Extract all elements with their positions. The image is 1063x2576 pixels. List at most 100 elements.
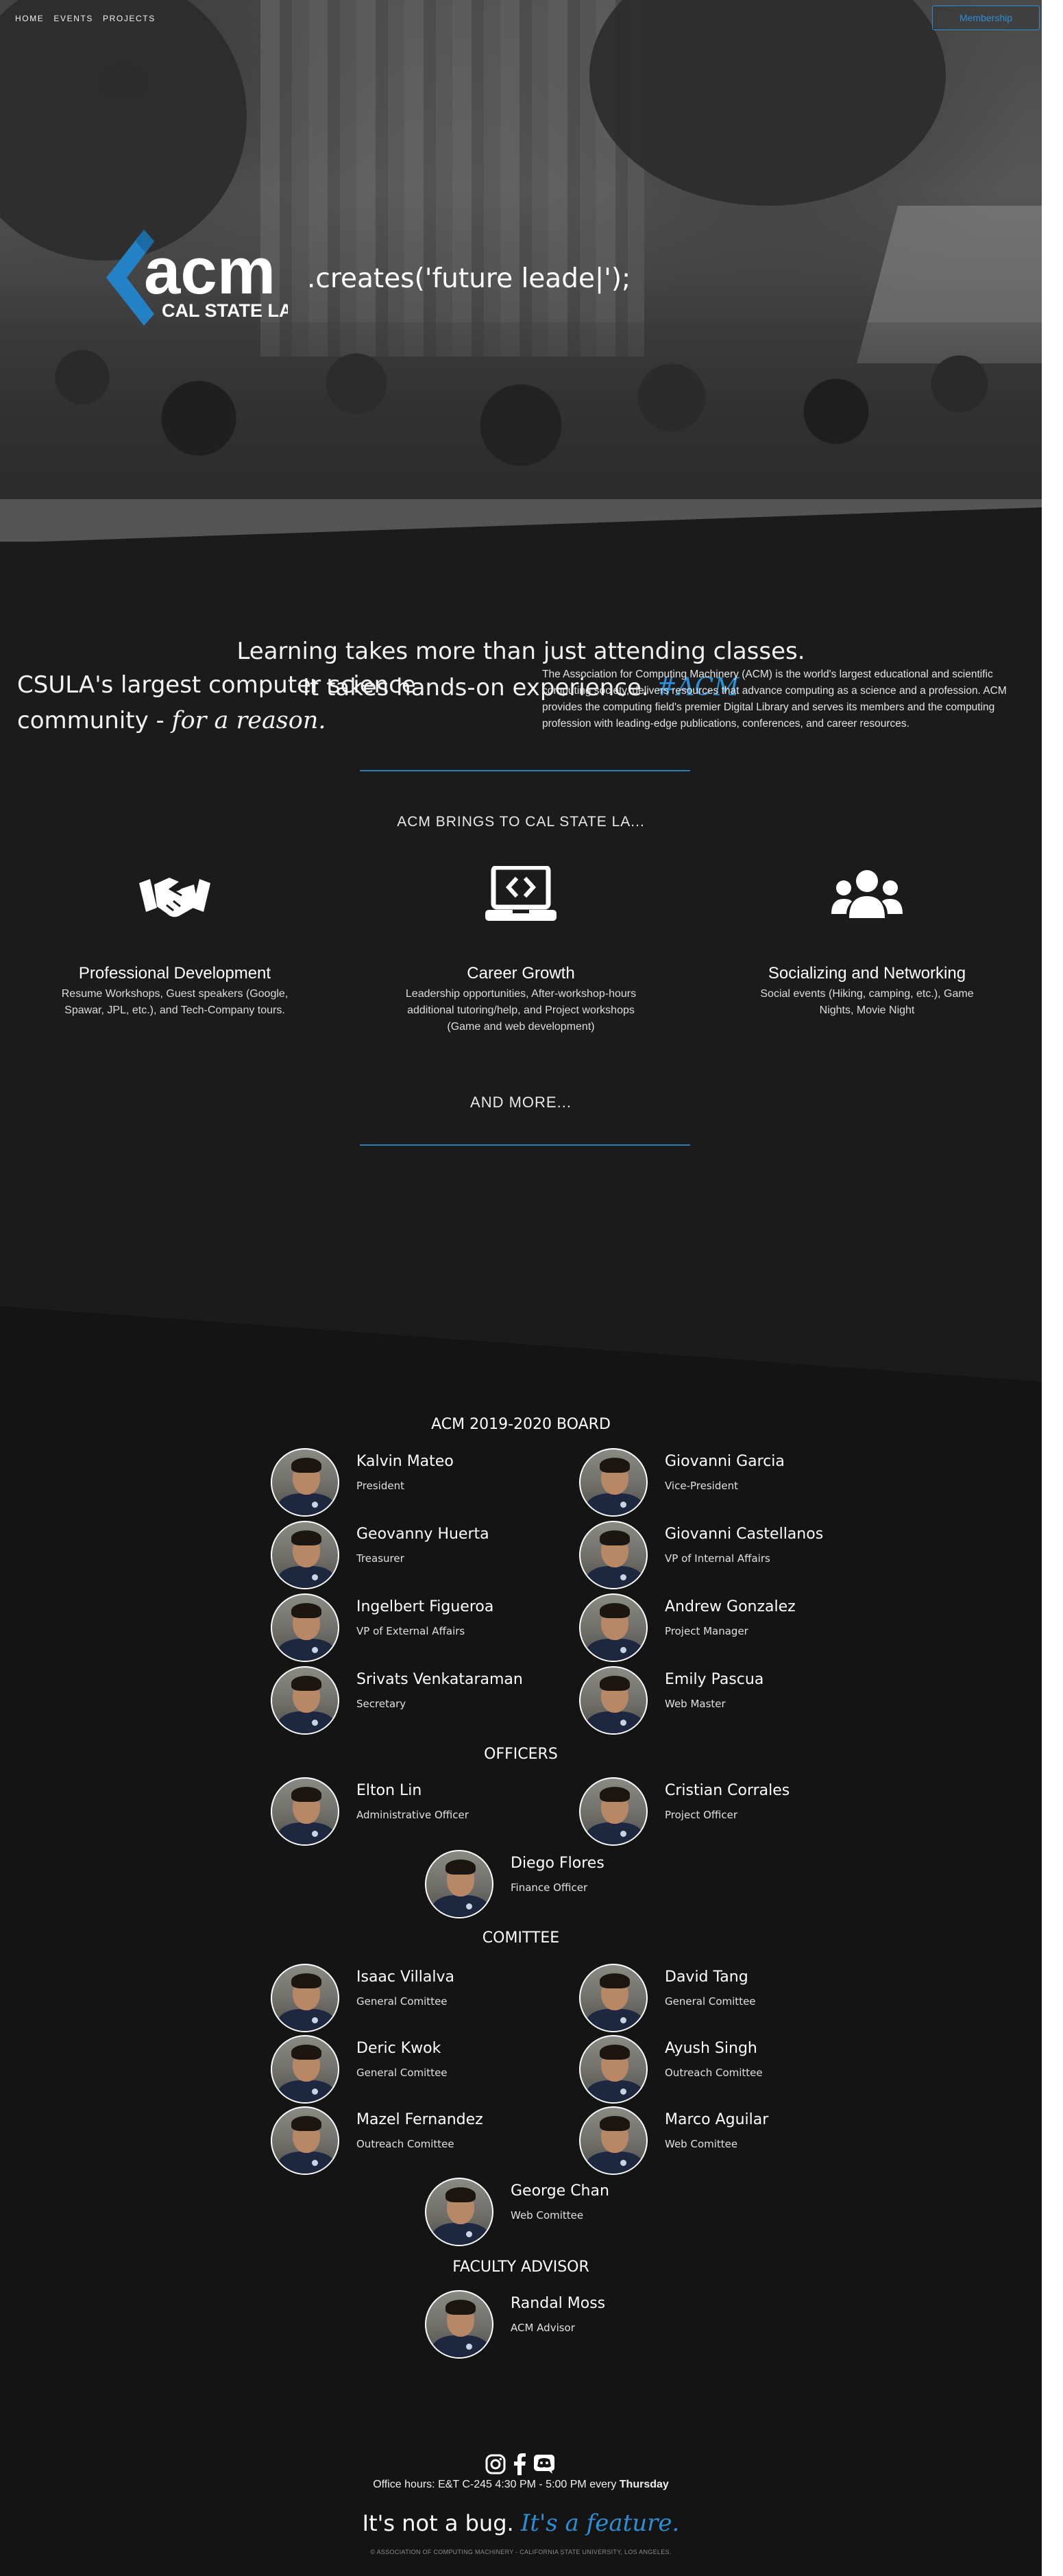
feature-title: Socializing and Networking	[768, 964, 966, 983]
nav-events-link[interactable]: EVENTS	[53, 14, 93, 23]
handshake-icon	[27, 864, 322, 926]
avatar	[271, 1521, 339, 1589]
and-more-heading: AND MORE...	[470, 1094, 572, 1111]
member-role: Administrative Officer	[356, 1809, 469, 1821]
avatar	[271, 1666, 339, 1735]
member-role: Vice-President	[665, 1480, 738, 1492]
member-card: Isaac Villalva General Comittee	[271, 1964, 559, 2032]
member-role: General Comittee	[356, 1995, 448, 2008]
avatar	[579, 1666, 648, 1735]
avatar	[425, 2290, 493, 2359]
hero-building-photo	[260, 0, 644, 357]
member-role: Web Comittee	[665, 2138, 738, 2150]
instagram-icon[interactable]	[485, 2454, 506, 2477]
member-card: Emily Pascua Web Master	[579, 1666, 867, 1735]
feature-title: Career Growth	[467, 964, 575, 983]
member-role: Treasurer	[356, 1552, 404, 1565]
mission-heading-line-1: CSULA's largest computer science	[17, 671, 416, 699]
member-card: Ayush Singh Outreach Comittee	[579, 2035, 867, 2104]
member-role: Web Comittee	[511, 2209, 584, 2222]
office-hours-text: Office hours: E&T C-245 4:30 PM - 5:00 P…	[373, 2479, 617, 2490]
avatar	[425, 1850, 493, 1918]
member-role: ACM Advisor	[511, 2322, 575, 2334]
member-card: Giovanni Garcia Vice-President	[579, 1448, 867, 1517]
member-name: Emily Pascua	[665, 1671, 764, 1688]
slogan-feature: It's a feature.	[520, 2509, 680, 2537]
member-name: Deric Kwok	[356, 2040, 441, 2057]
users-icon	[720, 864, 1014, 926]
feature-text: Leadership opportunities, After-workshop…	[405, 988, 637, 1033]
member-name: Diego Flores	[511, 1855, 604, 1872]
avatar	[271, 1777, 339, 1846]
divider-top	[360, 770, 690, 771]
membership-button[interactable]: Membership	[932, 5, 1040, 30]
feature-professional-development: Professional Development Resume Workshop…	[27, 864, 322, 1019]
logo-word: acm	[144, 234, 276, 308]
member-card: Elton Lin Administrative Officer	[271, 1777, 559, 1846]
avatar	[579, 2106, 648, 2175]
member-card: Marco Aguilar Web Comittee	[579, 2106, 867, 2175]
footer-slogan: It's not a bug. It's a feature.	[0, 2509, 1042, 2537]
hero-banner: HOME EVENTS PROJECTS Membership acm CAL …	[0, 0, 1042, 542]
member-name: Ayush Singh	[665, 2040, 757, 2057]
office-hours: Office hours: E&T C-245 4:30 PM - 5:00 P…	[0, 2479, 1042, 2491]
member-card: Diego Flores Finance Officer	[425, 1850, 713, 1918]
mission-heading: CSULA's largest computer science communi…	[17, 667, 416, 738]
member-role: VP of External Affairs	[356, 1625, 465, 1637]
feature-text: Resume Workshops, Guest speakers (Google…	[61, 988, 289, 1016]
member-name: Kalvin Mateo	[356, 1453, 454, 1470]
member-name: Ingelbert Figueroa	[356, 1598, 494, 1615]
member-card: Andrew Gonzalez Project Manager	[579, 1593, 867, 1662]
member-name: Marco Aguilar	[665, 2111, 769, 2128]
acm-logo[interactable]: acm CAL STATE LA	[103, 226, 293, 329]
facebook-icon[interactable]	[513, 2453, 526, 2478]
logo-subtitle: CAL STATE LA	[162, 300, 288, 321]
member-name: Giovanni Castellanos	[665, 1526, 824, 1543]
hero-tree-left	[0, 0, 247, 261]
nav-home-link[interactable]: HOME	[15, 14, 44, 23]
member-role: General Comittee	[356, 2067, 448, 2079]
member-card: Mazel Fernandez Outreach Comittee	[271, 2106, 559, 2175]
member-name: Cristian Corrales	[665, 1782, 790, 1799]
nav-projects-link[interactable]: PROJECTS	[103, 14, 156, 23]
avatar	[579, 1593, 648, 1662]
member-role: Web Master	[665, 1698, 726, 1710]
member-card: David Tang General Comittee	[579, 1964, 867, 2032]
member-name: Geovanny Huerta	[356, 1526, 489, 1543]
member-name: Randal Moss	[511, 2295, 606, 2312]
brings-heading: ACM BRINGS TO CAL STATE LA...	[397, 814, 645, 830]
mission-heading-line-2-wrap: community - for a reason.	[17, 703, 416, 738]
copyright: © ASSOCIATION OF COMPUTING MACHINERY - C…	[370, 2549, 672, 2555]
member-role: Secretary	[356, 1698, 406, 1710]
avatar	[579, 1964, 648, 2032]
member-role: Outreach Comittee	[356, 2138, 454, 2150]
avatar	[579, 1448, 648, 1517]
top-nav: HOME EVENTS PROJECTS	[15, 14, 156, 23]
member-card: Kalvin Mateo President	[271, 1448, 559, 1517]
avatar	[579, 2035, 648, 2104]
avatar	[271, 1593, 339, 1662]
member-name: Mazel Fernandez	[356, 2111, 483, 2128]
member-card: George Chan Web Comittee	[425, 2178, 713, 2246]
member-name: Andrew Gonzalez	[665, 1598, 796, 1615]
scrollbar-track[interactable]	[1042, 0, 1063, 2576]
section-title-committee: COMITTEE	[482, 1929, 560, 1947]
mission-heading-line-2: community -	[17, 707, 164, 734]
member-role: Finance Officer	[511, 1881, 588, 1894]
member-name: David Tang	[665, 1969, 748, 1986]
mission-description: The Association for Computing Machinery …	[542, 669, 1007, 730]
member-role: General Comittee	[665, 1995, 756, 2008]
feature-text: Social events (Hiking, camping, etc.), G…	[760, 988, 974, 1016]
member-role: Project Manager	[665, 1625, 748, 1637]
member-role: Project Officer	[665, 1809, 738, 1821]
member-name: Isaac Villalva	[356, 1969, 454, 1986]
feature-title: Professional Development	[78, 964, 271, 983]
member-card: Srivats Venkataraman Secretary	[271, 1666, 559, 1735]
acm-logo-graphic: acm CAL STATE LA	[106, 230, 293, 326]
discord-icon[interactable]	[533, 2454, 555, 2477]
member-name: Elton Lin	[356, 1782, 422, 1799]
member-role: Outreach Comittee	[665, 2067, 763, 2079]
avatar	[425, 2178, 493, 2246]
member-card: Deric Kwok General Comittee	[271, 2035, 559, 2104]
member-name: Srivats Venkataraman	[356, 1671, 523, 1688]
